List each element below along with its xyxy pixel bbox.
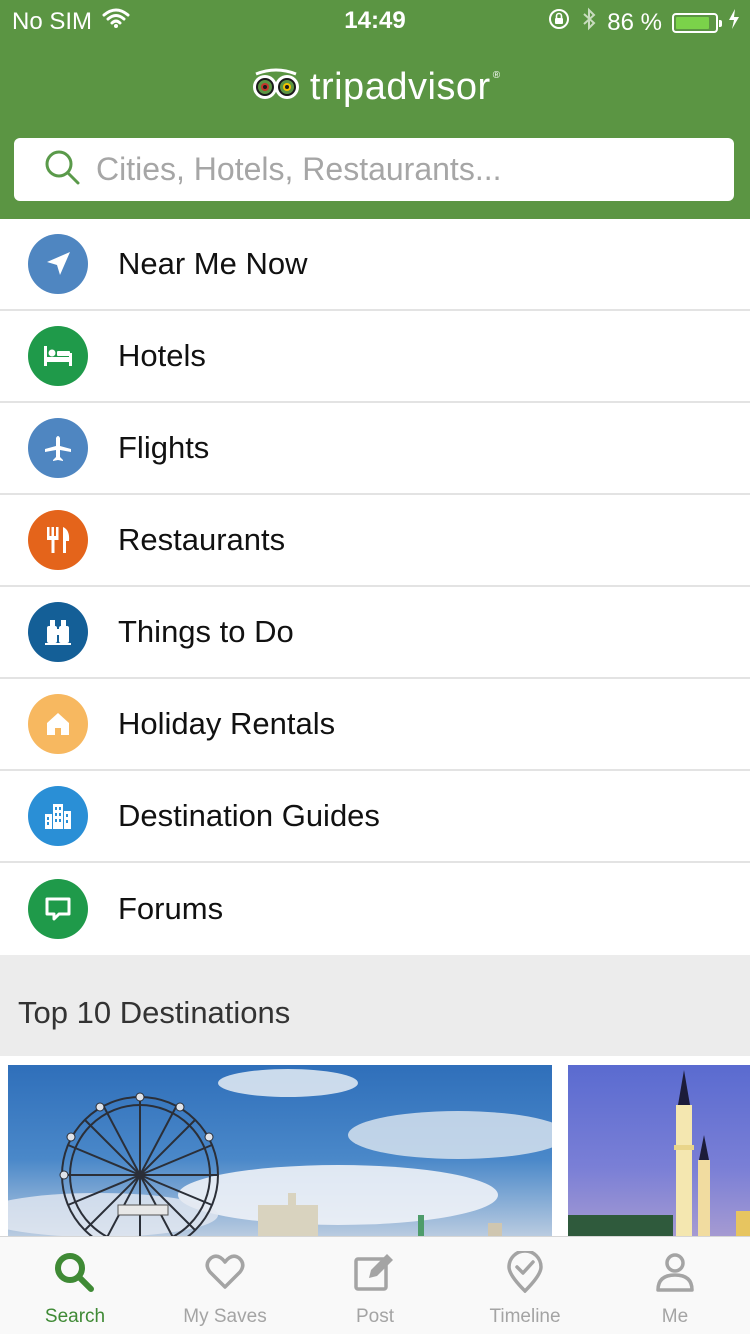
menu-item-things-to-do[interactable]: Things to Do — [0, 587, 750, 679]
search-bar[interactable] — [14, 138, 734, 201]
tab-me[interactable]: Me — [600, 1237, 750, 1334]
location-check-icon — [503, 1249, 547, 1298]
city-buildings-icon — [28, 786, 88, 846]
heart-icon — [203, 1251, 247, 1298]
battery-icon — [672, 12, 722, 33]
airplane-icon — [28, 418, 88, 478]
bottom-tab-bar: Search My Saves Post Timeline Me — [0, 1236, 750, 1334]
edit-post-icon — [353, 1251, 397, 1298]
tab-label: Me — [661, 1306, 689, 1327]
tab-label: Timeline — [489, 1306, 561, 1327]
app-header: No SIM 14:49 86 % tripadvisor ® Cities, … — [0, 0, 750, 219]
menu-item-near-me-now[interactable]: Near Me Now — [0, 219, 750, 311]
menu-item-flights[interactable]: Flights — [0, 403, 750, 495]
person-icon — [653, 1251, 697, 1298]
destination-photo-london — [8, 1069, 552, 1236]
battery-fill — [676, 16, 709, 29]
status-right: 86 % — [547, 7, 740, 38]
house-icon — [28, 694, 88, 754]
menu-item-label: Destination Guides — [118, 798, 380, 833]
destination-photo-istanbul — [568, 1070, 750, 1236]
menu-item-restaurants[interactable]: Restaurants — [0, 495, 750, 587]
tab-search[interactable]: Search — [0, 1237, 150, 1334]
tab-my-saves[interactable]: My Saves — [150, 1237, 300, 1334]
chat-bubble-icon — [28, 879, 88, 939]
menu-item-label: Holiday Rentals — [118, 706, 336, 741]
tab-label: Post — [355, 1306, 395, 1327]
category-menu: Near Me Now Hotels Flights Restaurants T… — [0, 219, 750, 955]
fork-knife-icon — [28, 510, 88, 570]
status-bar: No SIM 14:49 86 % — [0, 0, 750, 40]
search-input[interactable] — [96, 151, 696, 188]
bluetooth-icon — [581, 7, 597, 38]
menu-item-label: Hotels — [118, 338, 206, 373]
search-icon — [44, 149, 80, 190]
search-icon — [53, 1251, 97, 1298]
tab-label: My Saves — [183, 1306, 267, 1327]
tripadvisor-logo: tripadvisor ® — [0, 66, 750, 109]
tab-label: Search — [44, 1306, 106, 1327]
destination-card[interactable] — [8, 1065, 552, 1236]
brand-name: tripadvisor — [309, 66, 491, 108]
binoculars-icon — [28, 602, 88, 662]
tab-post[interactable]: Post — [300, 1237, 450, 1334]
menu-item-label: Forums — [118, 891, 224, 926]
destination-card[interactable] — [568, 1065, 750, 1236]
menu-item-forums[interactable]: Forums — [0, 863, 750, 955]
menu-item-label: Flights — [118, 430, 210, 465]
section-title: Top 10 Destinations — [18, 995, 291, 1030]
menu-item-destination-guides[interactable]: Destination Guides — [0, 771, 750, 863]
rotation-lock-icon — [547, 7, 571, 38]
owl-eyes-icon — [250, 68, 302, 107]
battery-percent: 86 % — [607, 8, 662, 36]
top-destinations-header: Top 10 Destinations — [0, 955, 750, 1056]
menu-item-label: Things to Do — [118, 614, 294, 649]
charging-icon — [728, 8, 740, 37]
menu-item-holiday-rentals[interactable]: Holiday Rentals — [0, 679, 750, 771]
bed-icon — [28, 326, 88, 386]
menu-item-label: Near Me Now — [118, 246, 308, 281]
tab-timeline[interactable]: Timeline — [450, 1237, 600, 1334]
navigation-arrow-icon — [28, 234, 88, 294]
menu-item-label: Restaurants — [118, 522, 286, 557]
menu-item-hotels[interactable]: Hotels — [0, 311, 750, 403]
brand-registered-mark: ® — [492, 70, 501, 81]
